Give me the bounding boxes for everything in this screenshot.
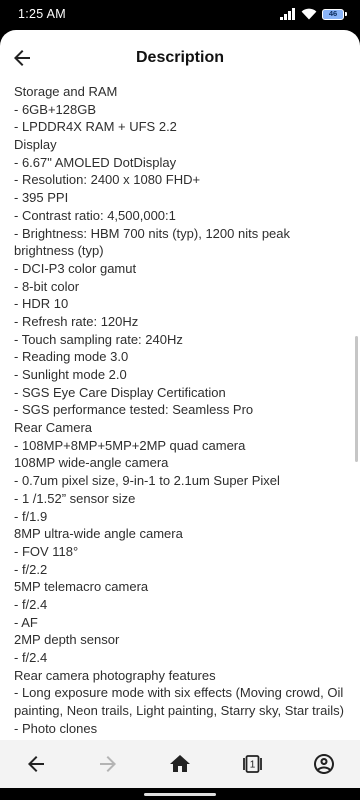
- scrollbar[interactable]: [355, 336, 358, 462]
- back-button[interactable]: [10, 46, 34, 70]
- description-line: - 6.67" AMOLED DotDisplay: [14, 154, 177, 170]
- description-line: - DCI-P3 color gamut: [14, 260, 137, 276]
- description-line: - AF: [14, 614, 38, 630]
- description-line: 8MP ultra-wide angle camera: [14, 526, 183, 542]
- description-line: painting, Neon trails, Light painting, S…: [14, 703, 344, 719]
- description-line: Display: [14, 137, 57, 153]
- description-line: - Refresh rate: 120Hz: [14, 313, 139, 329]
- description-line: - 6GB+128GB: [14, 101, 97, 117]
- description-line: - Touch sampling rate: 240Hz: [14, 331, 183, 347]
- description-line: - 8-bit color: [14, 278, 80, 294]
- description-sheet: Description Storage and RAM - 6GB+128GB - …: [0, 30, 360, 740]
- description-line: - Sunlight mode 2.0: [14, 367, 127, 382]
- description-line: - 395 PPI: [14, 190, 69, 206]
- description-text: Storage and RAM - 6GB+128GB - LPDDR4X RAM …: [14, 83, 354, 737]
- status-bar: 1:25 AM 46: [0, 0, 360, 28]
- description-line: 2MP depth sensor: [14, 632, 120, 648]
- nav-forward-button[interactable]: [72, 740, 144, 788]
- signal-icon: [280, 8, 295, 20]
- description-line: - f/1.9: [14, 508, 48, 524]
- wifi-icon: [301, 8, 317, 20]
- description-line: - SGS Eye Care Display Certification: [14, 384, 226, 400]
- status-time: 1:25 AM: [18, 7, 66, 21]
- bottom-nav: 1: [0, 740, 360, 788]
- description-line: - Long exposure mode with six effects (M…: [14, 685, 344, 701]
- tabs-icon: 1: [243, 755, 262, 773]
- forward-arrow-icon: [100, 756, 116, 772]
- nav-tabs-button[interactable]: 1: [216, 740, 288, 788]
- description-line: - f/2.4: [14, 650, 48, 665]
- gesture-area: [0, 788, 360, 800]
- description-line: - HDR 10: [14, 296, 69, 312]
- description-line: - Contrast ratio: 4,500,000:1: [14, 207, 176, 223]
- description-line: 108MP wide-angle camera: [14, 455, 169, 471]
- description-line: brightness (typ): [14, 243, 104, 259]
- description-line: - f/2.4: [14, 596, 48, 612]
- description-line: - Reading mode 3.0: [14, 349, 129, 365]
- description-line: - FOV 118°: [14, 543, 79, 559]
- account-icon: [314, 754, 334, 774]
- description-line: - 108MP+8MP+5MP+2MP quad camera: [14, 437, 246, 453]
- description-line: - Photo clones: [14, 720, 98, 736]
- description-line: - LPDDR4X RAM + UFS 2.2: [14, 119, 177, 135]
- description-line: - SGS performance tested: Seamless Pro: [14, 402, 254, 418]
- nav-account-button[interactable]: [288, 740, 360, 788]
- description-line: - 1 /1.52” sensor size: [14, 490, 136, 506]
- description-line: - 0.7um pixel size, 9-in-1 to 2.1um Supe…: [14, 473, 280, 489]
- description-line: Rear camera photography features: [14, 667, 216, 683]
- description-line: Rear Camera: [14, 420, 93, 436]
- description-line: - f/2.2: [14, 561, 48, 577]
- description-line: 5MP telemacro camera: [14, 579, 149, 595]
- description-line: - Brightness: HBM 700 nits (typ), 1200 n…: [14, 225, 291, 241]
- app-header: Description: [0, 30, 360, 86]
- arrow-left-icon: [14, 50, 30, 66]
- description-line: Storage and RAM: [14, 84, 118, 99]
- battery-icon: 46: [322, 8, 347, 20]
- description-line: - Resolution: 2400 x 1080 FHD+: [14, 172, 201, 188]
- page-title: Description: [135, 49, 224, 66]
- status-icons: 46: [280, 0, 347, 28]
- gesture-bar[interactable]: [144, 793, 216, 796]
- nav-home-button[interactable]: [144, 740, 216, 788]
- home-icon: [170, 755, 190, 772]
- tab-count: 1: [250, 760, 256, 771]
- battery-level: 46: [328, 9, 338, 19]
- back-arrow-icon: [28, 756, 44, 772]
- nav-back-button[interactable]: [0, 740, 72, 788]
